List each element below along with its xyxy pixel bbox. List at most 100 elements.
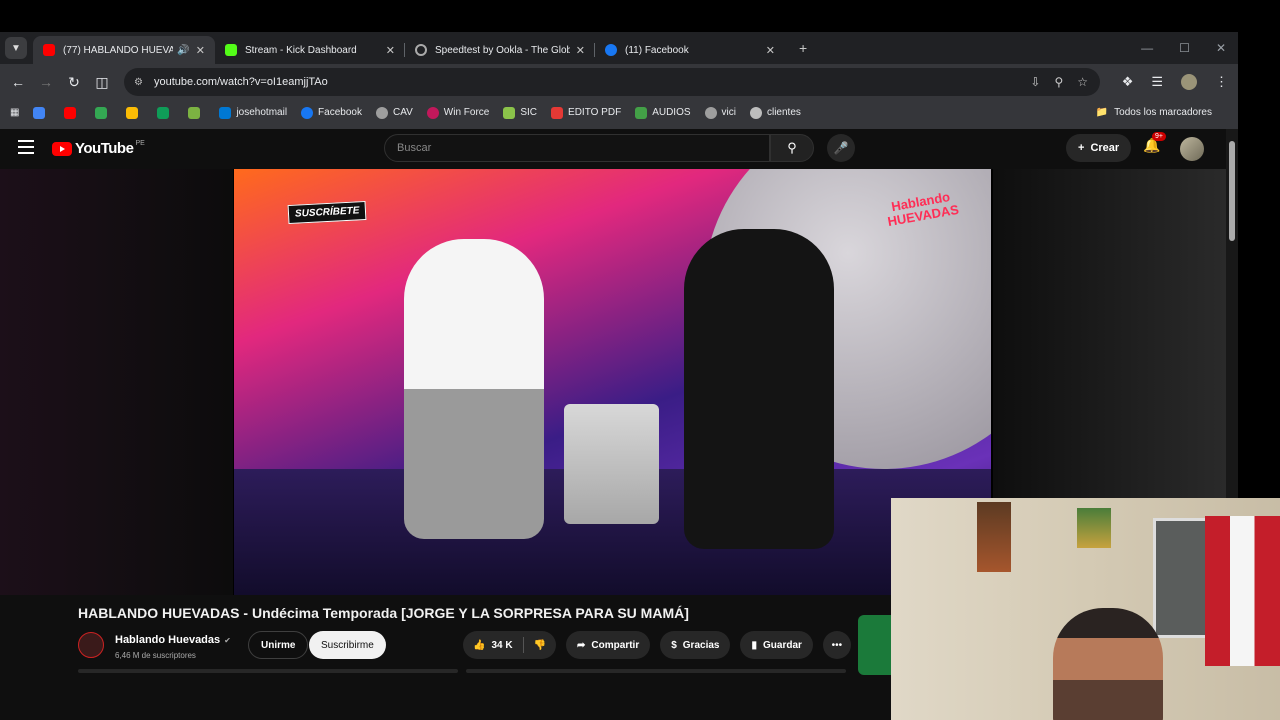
tab-strip: ▼ (77) HABLANDO HUEVADA 🔊 ✕ Stream - Kic… [0,32,1238,64]
subscribe-sticker: SUSCRÍBETE [287,200,367,225]
sic-icon [503,106,516,119]
tab-title: (11) Facebook [625,44,689,56]
bookmark-audios[interactable]: AUDIOS [635,106,691,119]
split-view-icon[interactable]: ◫ [88,74,116,91]
maximize-icon[interactable]: ☐ [1179,41,1190,55]
wall-picture [1077,508,1111,548]
dislike-button[interactable]: 👎 [524,631,556,659]
youtube-icon [43,44,55,56]
address-bar[interactable]: ⚙ youtube.com/watch?v=oI1eamjjTAo ⇩ ⚲ ☆ [124,68,1100,96]
description-box[interactable] [78,669,458,673]
bookmark-item[interactable] [64,106,81,119]
video-frame[interactable]: SUSCRÍBETE Hablando HUEVADAS [234,169,991,595]
subscriber-count: 6,46 M de suscriptores [115,651,196,660]
globe-icon [375,106,388,119]
outlook-icon [219,106,232,119]
host-left [404,239,544,539]
channel-avatar[interactable] [78,632,104,658]
kick-icon [225,44,237,56]
account-avatar[interactable] [1180,137,1204,161]
new-tab-button[interactable]: + [799,40,807,56]
close-tab-icon[interactable]: ✕ [386,44,395,57]
photos-icon [126,106,139,119]
menu-icon[interactable]: ⋮ [1215,74,1228,90]
all-bookmarks-folder[interactable]: 📁 Todos los marcadores [1096,107,1212,118]
url-text: youtube.com/watch?v=oI1eamjjTAo [154,76,328,88]
media-control-icon[interactable]: ☰ [1151,74,1163,90]
tab-search-button[interactable]: ▼ [5,37,27,59]
host-right [684,229,834,549]
wall-mirror [1153,518,1209,638]
bookmark-item[interactable] [33,106,50,119]
close-tab-icon[interactable]: ✕ [196,44,205,57]
thumbs-down-icon: 👎 [533,639,547,651]
browser-toolbar: ← → ↻ ◫ ⚙ youtube.com/watch?v=oI1eamjjTA… [0,64,1238,100]
side-widget[interactable] [858,615,892,675]
close-window-icon[interactable]: ✕ [1216,41,1226,55]
bookmark-item[interactable] [126,106,143,119]
close-tab-icon[interactable]: ✕ [766,44,775,57]
back-icon[interactable]: ← [4,74,32,90]
create-button[interactable]: + Crear [1066,134,1132,162]
share-button[interactable]: ➦ Compartir [566,631,651,659]
reload-icon[interactable]: ↻ [60,74,88,91]
tab-youtube[interactable]: (77) HABLANDO HUEVADA 🔊 ✕ [33,36,215,64]
bookmark-facebook[interactable]: Facebook [301,106,362,119]
bookmark-item[interactable] [95,106,112,119]
speaker-icon[interactable]: 🔊 [177,45,189,56]
search-button[interactable]: ⚲ [770,134,814,162]
search-input[interactable]: Buscar [384,134,770,162]
close-tab-icon[interactable]: ✕ [576,44,585,57]
more-icon: ••• [831,639,843,651]
tab-speedtest[interactable]: Speedtest by Ookla - The Glob ✕ [405,36,595,64]
notifications-button[interactable]: 🔔 9+ [1143,132,1166,154]
voice-search-button[interactable]: 🎤 [827,134,855,162]
hamburger-menu-icon[interactable] [18,140,34,158]
thanks-button[interactable]: $ Gracias [660,631,731,659]
tab-title: Speedtest by Ookla - The Glob [435,44,570,56]
bookmark-item[interactable] [188,106,205,119]
bookmark-edito-pdf[interactable]: EDITO PDF [551,106,621,119]
minimize-icon[interactable]: — [1141,41,1153,55]
app-icon [157,106,170,119]
peru-flag [1205,516,1280,666]
super-thanks-icon: $ [671,639,677,651]
tab-facebook[interactable]: (11) Facebook ✕ [595,36,785,64]
subscribe-button[interactable]: Suscribirme [309,631,386,659]
channel-name[interactable]: Hablando Huevadas [115,634,220,646]
like-dislike-group: 👍 34 K 👎 [463,631,557,659]
bookmark-vici[interactable]: vici [704,106,736,119]
webcam-overlay [891,498,1280,720]
profile-avatar[interactable] [1181,74,1197,90]
search-icon: ⚲ [787,140,797,155]
bookmark-cav[interactable]: CAV [375,106,413,119]
tab-title: (77) HABLANDO HUEVADA [63,44,174,56]
forward-icon[interactable]: → [32,74,60,90]
bookmark-sic[interactable]: SIC [503,106,537,119]
audios-icon [635,106,648,119]
window-controls: — ☐ ✕ [1141,32,1226,64]
video-actions: 👍 34 K 👎 ➦ Compartir $ Gracias ▮ Guardar ••• [463,631,851,659]
scrollbar-thumb[interactable] [1229,141,1235,241]
wall-picture [977,502,1011,572]
extensions-icon[interactable]: ❖ [1122,74,1134,90]
install-icon[interactable]: ⇩ [1030,75,1040,89]
bookmark-clientes[interactable]: clientes [749,106,801,119]
bookmark-win-force[interactable]: Win Force [426,106,489,119]
zoom-icon[interactable]: ⚲ [1054,75,1063,89]
bookmark-josehotmail[interactable]: josehotmail [219,106,287,119]
bookmark-star-icon[interactable]: ☆ [1077,75,1088,89]
save-button[interactable]: ▮ Guardar [740,631,813,659]
bookmark-item[interactable] [157,106,174,119]
facebook-icon [605,44,617,56]
chips-bar[interactable] [466,669,846,673]
apps-icon[interactable]: ▦ [10,107,19,118]
more-actions-button[interactable]: ••• [822,631,851,659]
join-button[interactable]: Unirme [248,631,309,659]
clientes-icon [749,106,762,119]
site-info-icon[interactable]: ⚙ [134,77,143,88]
like-button[interactable]: 👍 34 K [463,631,523,659]
youtube-masthead: YouTube PE Buscar ⚲ 🎤 + Crear 🔔 9+ [0,129,1238,169]
tab-kick[interactable]: Stream - Kick Dashboard ✕ [215,36,405,64]
youtube-logo[interactable]: YouTube PE [52,140,145,157]
